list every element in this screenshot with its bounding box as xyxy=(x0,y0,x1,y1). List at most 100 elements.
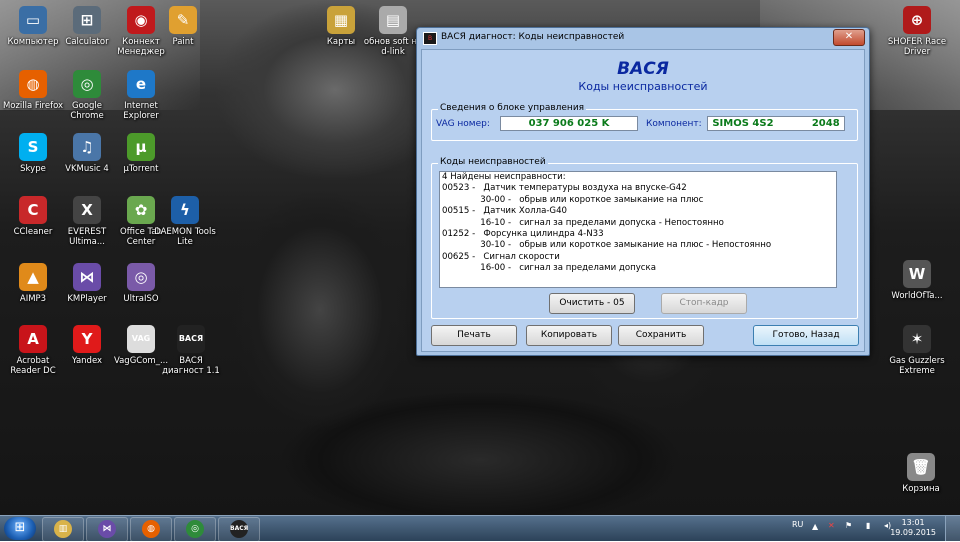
desktop-icon-label: Gas Guzzlers Extreme xyxy=(889,356,945,376)
save-button[interactable]: Сохранить xyxy=(618,325,704,346)
desktop-icon[interactable]: 🗑 Корзина xyxy=(890,453,952,494)
title-bar[interactable]: В ВАСЯ диагност: Коды неисправностей ✕ xyxy=(417,28,869,48)
kmplayer-task-icon: ⋈ xyxy=(98,520,116,538)
aimp-icon: ▲ xyxy=(19,263,47,291)
desktop-icon[interactable]: C CCleaner xyxy=(2,196,64,237)
language-indicator[interactable]: RU xyxy=(792,520,803,529)
ecu-info-group: Сведения о блоке управления VAG номер: 0… xyxy=(431,103,858,141)
desktop-icon-label: Компьютер xyxy=(7,37,59,47)
vag-number-field[interactable]: 037 906 025 K xyxy=(500,116,638,131)
desktop-icon[interactable]: ⊕ SHOFER Race Driver xyxy=(886,6,948,57)
taskbar: ⊞ ▥ ⋈ ◍ ◎ ВАСЯ RU ▲ ✕ ⚑ ▮ ◂) 13:01 19.09.201… xyxy=(0,515,960,542)
desktop-icon-label: CCleaner xyxy=(13,227,53,237)
gas-guzzlers-icon: ✶ xyxy=(903,325,931,353)
everest-icon: X xyxy=(73,196,101,224)
desktop-icon[interactable]: ✶ Gas Guzzlers Extreme xyxy=(886,325,948,376)
desktop-icon[interactable]: ◎ Google Chrome xyxy=(56,70,118,121)
acrobat-icon: A xyxy=(19,325,47,353)
desktop-icon[interactable]: X EVEREST Ultima... xyxy=(56,196,118,247)
ccleaner-icon: C xyxy=(19,196,47,224)
konnekt-icon: ◉ xyxy=(127,6,155,34)
taskbar-item[interactable]: ◎ xyxy=(174,517,216,542)
taskbar-item[interactable]: ⋈ xyxy=(86,517,128,542)
desktop-icon[interactable]: ▲ AIMP3 xyxy=(2,263,64,304)
desktop-icon[interactable]: ▭ Компьютер xyxy=(2,6,64,47)
firefox-icon: ◍ xyxy=(19,70,47,98)
taskbar-item[interactable]: ◍ xyxy=(130,517,172,542)
desktop-icon[interactable]: e Internet Explorer xyxy=(110,70,172,121)
list-item: 16-10 - сигнал за пределами допуска - Не… xyxy=(442,217,724,228)
clear-codes-button[interactable]: Очистить - 05 xyxy=(549,293,635,314)
component-label: Компонент: xyxy=(646,119,702,129)
freeze-frame-button[interactable]: Стоп-кадр xyxy=(661,293,747,314)
desktop-icon-label: Internet Explorer xyxy=(123,101,159,121)
office-tab-icon: ✿ xyxy=(127,196,155,224)
desktop-icon-label: Skype xyxy=(20,164,46,174)
desktop-icon[interactable]: ◎ UltraISO xyxy=(110,263,172,304)
fault-codes-list[interactable]: 4 Найдены неисправности: 00523 - Датчик … xyxy=(439,171,837,288)
kmplayer-icon: ⋈ xyxy=(73,263,101,291)
app-icon: В xyxy=(423,32,437,45)
desktop-icon-label: UltraISO xyxy=(123,294,159,304)
desktop-icon[interactable]: ⋈ KMPlayer xyxy=(56,263,118,304)
app-title: ВАСЯ xyxy=(617,59,669,79)
close-button[interactable]: ✕ xyxy=(833,29,865,46)
desktop-icon[interactable]: ✎ Paint xyxy=(152,6,214,47)
print-button[interactable]: Печать xyxy=(431,325,517,346)
calculator-icon: ⊞ xyxy=(73,6,101,34)
desktop-icon[interactable]: ◍ Mozilla Firefox xyxy=(2,70,64,111)
window-title: ВАСЯ диагност: Коды неисправностей xyxy=(441,32,625,42)
desktop-icon[interactable]: ВАСЯ ВАСЯ диагност 1.1 xyxy=(160,325,222,376)
desktop-icon[interactable]: S Skype xyxy=(2,133,64,174)
desktop-icon[interactable]: ▤ обнов soft на d-link xyxy=(362,6,424,57)
component-field[interactable]: SIMOS 4S2 2048 xyxy=(707,116,845,131)
clock-date: 19.09.2015 xyxy=(890,528,936,537)
vasya-dialog-window: В ВАСЯ диагност: Коды неисправностей ✕ В… xyxy=(416,27,870,356)
list-item: 4 Найдены неисправности: xyxy=(442,172,566,182)
desktop-icon[interactable]: W WorldOfTa... xyxy=(886,260,948,301)
list-item: 30-10 - обрыв или короткое замыкание на … xyxy=(442,240,772,251)
desktop-icon-label: KMPlayer xyxy=(67,294,107,304)
taskbar-item[interactable]: ▥ xyxy=(42,517,84,542)
vaggcom-icon: VAG xyxy=(127,325,155,353)
desktop-icon[interactable]: µ µTorrent xyxy=(110,133,172,174)
dialog-body: ВАСЯ Коды неисправностей Сведения о блок… xyxy=(421,49,865,352)
ultraiso-icon: ◎ xyxy=(127,263,155,291)
skype-icon: S xyxy=(19,133,47,161)
app-subtitle: Коды неисправностей xyxy=(578,80,708,93)
fault-codes-legend: Коды неисправностей xyxy=(438,157,548,167)
world-of-tanks-icon: W xyxy=(903,260,931,288)
desktop-icon-label: µTorrent xyxy=(123,164,159,174)
desktop-icon-label: Mozilla Firefox xyxy=(2,101,64,111)
copy-button[interactable]: Копировать xyxy=(526,325,612,346)
desktop-icon-label: VKMusic 4 xyxy=(65,164,109,174)
desktop-icon[interactable]: A Acrobat Reader DC xyxy=(2,325,64,376)
clock[interactable]: 13:01 19.09.2015 xyxy=(890,518,936,538)
yandex-icon: Y xyxy=(73,325,101,353)
tray-arrow-icon[interactable]: ▲ xyxy=(812,522,818,531)
network-status-icon[interactable]: ✕ xyxy=(828,521,835,530)
recycle-bin-icon: 🗑 xyxy=(907,453,935,481)
desktop-icon[interactable]: ⊞ Calculator xyxy=(56,6,118,47)
flag-icon[interactable]: ⚑ xyxy=(845,521,852,530)
desktop-icon-label: DAEMON Tools Lite xyxy=(154,227,216,247)
taskbar-item[interactable]: ВАСЯ xyxy=(218,517,260,542)
vasya-diag-icon: ВАСЯ xyxy=(177,325,205,353)
shofer-icon: ⊕ xyxy=(903,6,931,34)
desktop-icon[interactable]: ϟ DAEMON Tools Lite xyxy=(154,196,216,247)
clock-time: 13:01 xyxy=(901,518,925,527)
done-back-button[interactable]: Готово, Назад xyxy=(753,325,859,346)
maps-icon: ▦ xyxy=(327,6,355,34)
list-item: 01252 - Форсунка цилиндра 4-N33 xyxy=(442,228,604,239)
desktop-icon-label: AIMP3 xyxy=(19,294,47,304)
desktop-icon-label: Yandex xyxy=(71,356,103,366)
windows-logo-icon: ⊞ xyxy=(14,520,26,535)
battery-icon[interactable]: ▮ xyxy=(866,521,870,530)
desktop-icon[interactable]: ♫ VKMusic 4 xyxy=(56,133,118,174)
show-desktop-button[interactable] xyxy=(945,516,960,541)
chrome-icon: ◎ xyxy=(73,70,101,98)
start-button[interactable]: ⊞ xyxy=(4,517,36,540)
paint-icon: ✎ xyxy=(169,6,197,34)
firefox-task-icon: ◍ xyxy=(142,520,160,538)
desktop-icon[interactable]: Y Yandex xyxy=(56,325,118,366)
